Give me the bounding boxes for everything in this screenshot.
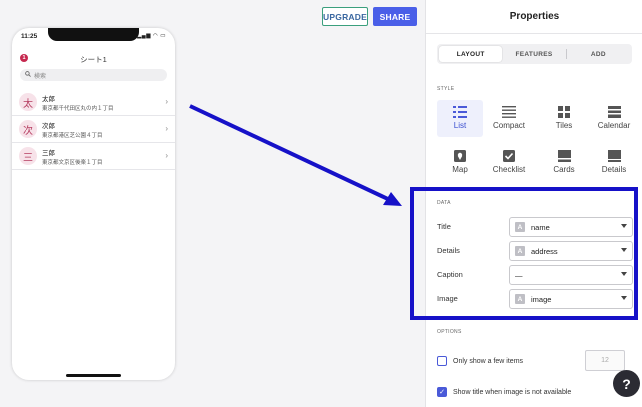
upgrade-button[interactable]: UPGRADE [322, 7, 368, 26]
style-option-list[interactable]: List [437, 100, 483, 137]
sheet-title: シート1 [80, 55, 107, 64]
style-option-label: Details [601, 165, 627, 174]
style-option-label: Cards [553, 165, 575, 174]
style-section-label: STYLE [437, 86, 455, 92]
details-icon [607, 149, 621, 162]
phone-notch [48, 28, 139, 41]
tab-layout[interactable]: LAYOUT [439, 46, 503, 62]
panel-divider [426, 33, 642, 34]
style-option-map[interactable]: Map [437, 144, 483, 181]
status-icons: ▂▄▆ ◠ ▭ [137, 33, 166, 39]
phone-preview: 11:25 ▂▄▆ ◠ ▭ 1 シート1 検索 太 太郎 東京都千代田区丸の内１… [12, 28, 175, 380]
avatar: 次 [19, 120, 37, 138]
item-list: 太 太郎 東京都千代田区丸の内１丁目 › 次 次郎 東京都港区芝公園４丁目 › … [12, 89, 175, 170]
few-items-count-input[interactable]: 12 [585, 350, 625, 371]
style-option-label: Tiles [555, 121, 573, 130]
chevron-right-icon: › [165, 124, 168, 133]
cards-icon [557, 149, 571, 162]
list-item[interactable]: 太 太郎 東京都千代田区丸の内１丁目 › [12, 89, 175, 116]
tiles-icon [557, 105, 571, 118]
item-address: 東京都港区芝公園４丁目 [42, 132, 103, 139]
options-section-label: OPTIONS [437, 329, 462, 335]
item-address: 東京都千代田区丸の内１丁目 [42, 105, 114, 112]
search-placeholder: 検索 [34, 73, 47, 80]
tab-add[interactable]: ADD [567, 46, 630, 62]
chevron-right-icon: › [165, 97, 168, 106]
style-option-calendar[interactable]: Calendar [591, 100, 637, 137]
style-option-checklist[interactable]: Checklist [486, 144, 532, 181]
app-preview-area: UPGRADE SHARE 11:25 ▂▄▆ ◠ ▭ 1 シート1 検索 太 … [0, 0, 425, 407]
home-indicator [66, 374, 121, 377]
avatar: 太 [19, 93, 37, 111]
search-input[interactable]: 検索 [20, 69, 167, 81]
few-items-checkbox[interactable] [437, 356, 447, 366]
panel-title: Properties [509, 11, 560, 22]
list-item[interactable]: 三 三郎 東京都文京区後楽１丁目 › [12, 143, 175, 170]
option-label: Show title when image is not available [453, 388, 572, 396]
style-option-label: Compact [492, 121, 525, 130]
style-option-tiles[interactable]: Tiles [541, 100, 587, 137]
share-button[interactable]: SHARE [373, 7, 417, 26]
status-time: 11:25 [21, 33, 38, 40]
list-icon [453, 105, 467, 118]
style-option-compact[interactable]: Compact [486, 100, 532, 137]
style-option-cards[interactable]: Cards [541, 144, 587, 181]
item-name: 三郎 [42, 149, 55, 157]
compact-icon [502, 105, 516, 118]
item-address: 東京都文京区後楽１丁目 [42, 159, 103, 166]
chevron-right-icon: › [165, 151, 168, 160]
style-option-details[interactable]: Details [591, 144, 637, 181]
style-option-label: Map [452, 165, 468, 174]
item-name: 太郎 [42, 95, 55, 103]
tab-features[interactable]: FEATURES [502, 46, 565, 62]
list-item[interactable]: 次 次郎 東京都港区芝公園４丁目 › [12, 116, 175, 143]
style-option-label: Checklist [492, 165, 526, 174]
help-button[interactable]: ? [613, 370, 640, 397]
style-option-label: List [453, 121, 467, 130]
option-label: Only show a few items [453, 357, 524, 365]
option-show-title[interactable]: ✓ Show title when image is not available [437, 386, 571, 398]
item-name: 次郎 [42, 122, 55, 130]
checklist-icon [502, 149, 516, 162]
avatar: 三 [19, 147, 37, 165]
option-few-items[interactable]: Only show a few items [437, 355, 523, 367]
tab-bar: LAYOUT FEATURES ADD [437, 44, 632, 64]
map-icon [453, 149, 467, 162]
annotation-highlight-box [410, 187, 638, 320]
style-option-label: Calendar [597, 121, 631, 130]
search-icon [25, 71, 31, 79]
show-title-checkbox[interactable]: ✓ [437, 387, 447, 397]
calendar-icon [607, 105, 621, 118]
